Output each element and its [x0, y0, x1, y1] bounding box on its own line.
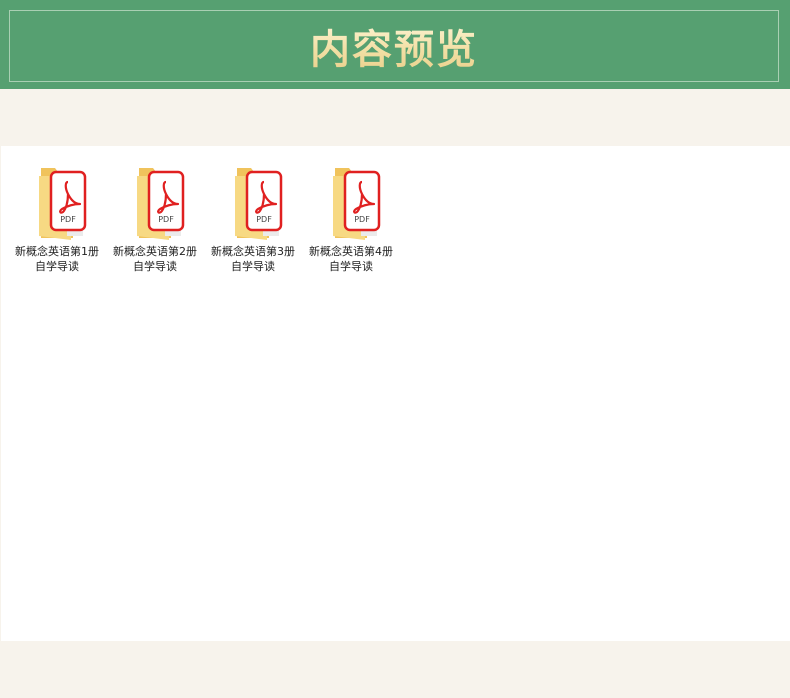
header-banner: 内容预览	[0, 0, 790, 89]
file-item-2[interactable]: PDF 新概念英语第2册 自学导读	[109, 162, 201, 274]
file-item-3[interactable]: PDF 新概念英语第3册 自学导读	[207, 162, 299, 274]
header-frame: 内容预览	[9, 10, 779, 82]
pdf-badge: PDF	[256, 215, 272, 224]
pdf-badge: PDF	[158, 215, 174, 224]
pdf-folder-icon: PDF	[39, 168, 87, 240]
pdf-badge: PDF	[354, 215, 370, 224]
pdf-folder-icon: PDF	[333, 168, 381, 240]
pdf-folder-icon: PDF	[137, 168, 185, 240]
file-name-line2: 自学导读	[329, 260, 373, 273]
file-item-1[interactable]: PDF 新概念英语第1册 自学导读	[11, 162, 103, 274]
file-name-line2: 自学导读	[231, 260, 275, 273]
page-title: 内容预览	[310, 17, 478, 75]
file-name-line1: 新概念英语第3册	[211, 245, 295, 258]
file-item-4[interactable]: PDF 新概念英语第4册 自学导读	[305, 162, 397, 274]
file-name-line2: 自学导读	[35, 260, 79, 273]
file-name-line1: 新概念英语第4册	[309, 245, 393, 258]
pdf-badge: PDF	[60, 215, 76, 224]
pdf-folder-icon: PDF	[235, 168, 283, 240]
file-name-line1: 新概念英语第1册	[15, 245, 99, 258]
file-name-line2: 自学导读	[133, 260, 177, 273]
file-preview-area: PDF 新概念英语第1册 自学导读 PDF 新概念英语第2册 自学导读 PDF …	[1, 146, 790, 641]
file-name-line1: 新概念英语第2册	[113, 245, 197, 258]
